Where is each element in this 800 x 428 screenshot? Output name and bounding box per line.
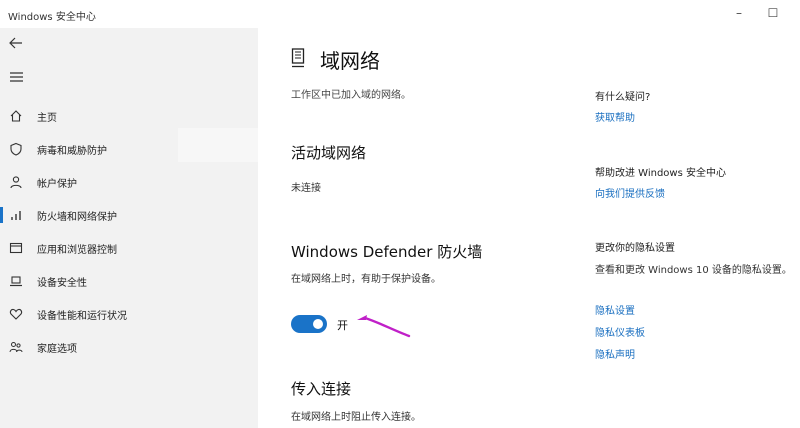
minimize-button[interactable]: –	[728, 4, 750, 22]
feedback-link[interactable]: 向我们提供反馈	[595, 185, 665, 200]
sidebar-item-label: 设备性能和运行状况	[37, 311, 127, 322]
sidebar-item-label: 防火墙和网络保护	[37, 212, 117, 223]
back-button[interactable]	[4, 32, 28, 54]
active-indicator	[0, 207, 3, 223]
incoming-connections-description: 在域网络上时阻止传入连接。	[291, 412, 421, 423]
privacy-statement-link[interactable]: 隐私声明	[595, 346, 635, 361]
page-description: 工作区中已加入域的网络。	[291, 90, 411, 101]
get-help-link[interactable]: 获取帮助	[595, 109, 635, 124]
help-heading: 有什么疑问?	[595, 92, 651, 103]
privacy-description: 查看和更改 Windows 10 设备的隐私设置。	[595, 265, 792, 276]
improve-heading: 帮助改进 Windows 安全中心	[595, 168, 726, 179]
sidebar-item-label: 病毒和威胁防护	[37, 146, 107, 157]
app-window: Windows 安全中心 – ☐ 主页 病毒和威胁防护 帐户保护 防火墙和网络保…	[0, 0, 800, 428]
sidebar-item-device-security[interactable]: 设备安全性	[0, 267, 258, 295]
toggle-knob	[313, 319, 323, 329]
page-title: 域网络	[320, 49, 380, 73]
window-title: Windows 安全中心	[8, 12, 96, 23]
privacy-dashboard-link[interactable]: 隐私仪表板	[595, 324, 645, 339]
firewall-heading: Windows Defender 防火墙	[291, 243, 483, 261]
firewall-description: 在域网络上时，有助于保护设备。	[291, 274, 441, 285]
title-bar: Windows 安全中心 – ☐	[0, 0, 800, 28]
privacy-settings-link[interactable]: 隐私设置	[595, 302, 635, 317]
menu-button[interactable]	[4, 66, 28, 88]
laptop-icon	[8, 273, 24, 289]
back-arrow-icon	[9, 37, 22, 49]
sidebar-item-label: 设备安全性	[37, 278, 87, 289]
sidebar-item-app-browser-control[interactable]: 应用和浏览器控制	[0, 234, 258, 262]
home-icon	[8, 108, 24, 124]
sidebar-item-label: 家庭选项	[37, 344, 77, 355]
sidebar-item-firewall[interactable]: 防火墙和网络保护	[0, 201, 258, 229]
domain-network-icon	[291, 48, 305, 68]
annotation-arrow-icon	[357, 315, 411, 338]
heart-icon	[8, 306, 24, 322]
sidebar-item-device-performance[interactable]: 设备性能和运行状况	[0, 300, 258, 328]
shield-icon	[8, 141, 24, 157]
maximize-button[interactable]: ☐	[762, 4, 784, 22]
incoming-connections-heading: 传入连接	[291, 380, 352, 398]
hamburger-menu-icon	[9, 72, 23, 82]
active-network-heading: 活动域网络	[291, 144, 367, 162]
sidebar-item-home[interactable]: 主页	[0, 102, 258, 130]
wifi-signal-icon	[8, 207, 24, 223]
family-icon	[8, 339, 24, 355]
right-panel: 有什么疑问? 获取帮助 帮助改进 Windows 安全中心 向我们提供反馈 更改…	[595, 28, 795, 408]
sidebar-item-label: 应用和浏览器控制	[37, 245, 117, 256]
active-network-status: 未连接	[291, 183, 321, 194]
app-window-icon	[8, 240, 24, 256]
firewall-toggle-label: 开	[337, 319, 348, 332]
sidebar-item-family-options[interactable]: 家庭选项	[0, 333, 258, 361]
sidebar-item-label: 主页	[37, 113, 57, 124]
privacy-heading: 更改你的隐私设置	[595, 243, 675, 254]
sidebar: 主页 病毒和威胁防护 帐户保护 防火墙和网络保护 应用和浏览器控制 设备安全性 …	[0, 28, 258, 428]
person-icon	[8, 174, 24, 190]
sidebar-item-label: 帐户保护	[37, 179, 77, 190]
sidebar-item-virus-protection[interactable]: 病毒和威胁防护	[0, 135, 258, 163]
sidebar-item-account-protection[interactable]: 帐户保护	[0, 168, 258, 196]
firewall-toggle[interactable]	[291, 315, 327, 333]
